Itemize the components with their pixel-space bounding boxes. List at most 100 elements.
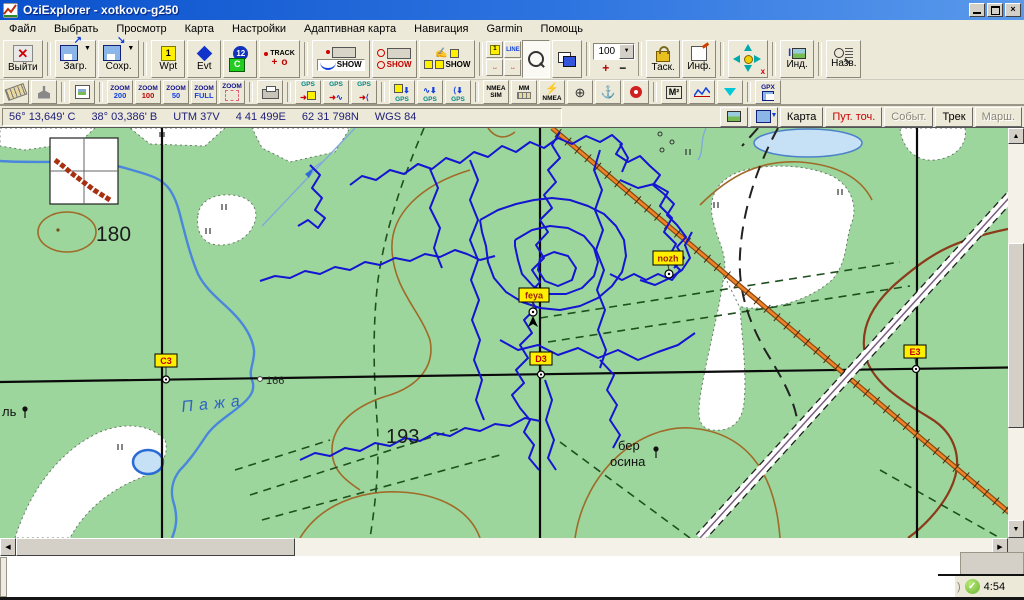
small-pond: [133, 450, 163, 474]
gps-send-route-button[interactable]: GPS➜⟨: [351, 80, 377, 104]
show-routes-button[interactable]: ✍ SHOW: [419, 40, 476, 78]
save-button[interactable]: ↘▼ Сохр.: [98, 40, 139, 78]
elevation-label-193: 193: [386, 426, 419, 448]
zoom-in-button[interactable]: +: [602, 61, 609, 75]
window-corner-block: [960, 552, 1024, 576]
events-tab-button[interactable]: Событ.: [884, 107, 933, 127]
waypoint-list-button[interactable]: 1: [486, 41, 503, 58]
map-window-button[interactable]: [552, 40, 582, 78]
load-button[interactable]: ↗▼ Загр.: [55, 40, 96, 78]
track-tab-button[interactable]: Трек: [935, 107, 972, 127]
zoom-level-combo[interactable]: 100 ▼: [593, 43, 635, 60]
gpx-button[interactable]: GPX: [755, 80, 781, 104]
map-background: [0, 128, 1008, 538]
scroll-down-button[interactable]: ▼: [1008, 520, 1024, 538]
index-button[interactable]: I Инд.: [780, 40, 814, 78]
menu-select[interactable]: Выбрать: [45, 22, 107, 36]
anchor-alarm-button[interactable]: ⚓: [595, 80, 621, 104]
filter-button[interactable]: [717, 80, 743, 104]
zoom-out-button[interactable]: −: [619, 61, 626, 75]
target-icon: ⊕: [575, 86, 586, 99]
secondary-toolbar: ZOOM200 ZOOM100 ZOOM50 ZOOMFULL ZOOM GPS…: [0, 80, 1024, 106]
gps-send-waypoints-button[interactable]: GPS➜: [295, 80, 321, 104]
horizontal-scroll-thumb[interactable]: [16, 538, 295, 556]
menu-file[interactable]: Файл: [0, 22, 45, 36]
waypoint-distance-button[interactable]: ↔: [486, 59, 503, 76]
gps-send-track-button[interactable]: GPS➜∿: [323, 80, 349, 104]
waypoint-square-icon: [394, 84, 403, 93]
image-button[interactable]: [69, 80, 95, 104]
print-button[interactable]: [257, 80, 283, 104]
track-dot-icon: [326, 50, 330, 54]
menu-garmin[interactable]: Garmin: [477, 22, 531, 36]
scroll-left-button[interactable]: ◀: [0, 538, 16, 556]
ruler-button[interactable]: [3, 80, 29, 104]
menu-map[interactable]: Карта: [176, 22, 223, 36]
vertical-scroll-thumb[interactable]: [1008, 243, 1024, 428]
tools-icon: [38, 86, 50, 99]
area-measure-button[interactable]: M²: [661, 80, 687, 104]
gps-get-track-button[interactable]: ∿⬇GPS: [417, 80, 443, 104]
zoom-50-button[interactable]: ZOOM50: [163, 80, 189, 104]
nmea-sim-button[interactable]: NMEASIM: [483, 80, 509, 104]
horizontal-scrollbar[interactable]: ◀ ▶: [0, 538, 1008, 556]
vertical-scrollbar[interactable]: ▲ ▼: [1008, 128, 1024, 538]
bottom-strip: ) ✓ 4:54: [0, 556, 1024, 600]
tools-button[interactable]: [31, 80, 57, 104]
comment-button[interactable]: 12C: [223, 40, 257, 78]
zoom-dropdown-icon[interactable]: ▼: [619, 44, 634, 59]
waypoint-button[interactable]: 1 Wpt: [151, 40, 185, 78]
menu-view[interactable]: Просмотр: [107, 22, 175, 36]
track-button[interactable]: TRACK +o: [259, 40, 300, 78]
magnifier-button[interactable]: [522, 40, 550, 78]
menu-help[interactable]: Помощь: [532, 22, 593, 36]
mm-scale-button[interactable]: MM: [511, 80, 537, 104]
track-squiggle-icon: ∿: [423, 86, 430, 95]
minimize-button[interactable]: [969, 3, 985, 17]
mob-button[interactable]: [623, 80, 649, 104]
waypoints-tab-button[interactable]: Пут. точ.: [825, 107, 882, 127]
menu-navigation[interactable]: Навигация: [405, 22, 477, 36]
gps-get-route-button[interactable]: ⟨⬇GPS: [445, 80, 471, 104]
map-tab-button[interactable]: Карта: [780, 107, 823, 127]
event-diamond-icon: [196, 45, 212, 61]
c-box-icon: C: [229, 58, 245, 72]
names-button[interactable]: Назв.: [826, 40, 861, 78]
zoom-full-button[interactable]: ZOOMFULL: [191, 80, 217, 104]
image-doc-icon: [75, 85, 90, 99]
separator: [287, 82, 291, 102]
ruler-distance-button[interactable]: ↔: [504, 59, 521, 76]
quick-save-button[interactable]: [750, 107, 778, 127]
exit-button[interactable]: ✕ Выйти: [3, 40, 43, 78]
show-waypoints-button[interactable]: SHOW: [372, 40, 417, 78]
position-target-button[interactable]: ⊕: [567, 80, 593, 104]
line-tool-button[interactable]: LINE: [504, 41, 521, 58]
overview-map[interactable]: [50, 138, 118, 204]
zoom-200-button[interactable]: ZOOM200: [107, 80, 133, 104]
info-button[interactable]: Инф.: [682, 40, 716, 78]
restore-button[interactable]: [987, 3, 1003, 17]
app-icon: [3, 3, 18, 18]
event-button[interactable]: Evt: [187, 40, 221, 78]
separator: [586, 42, 590, 76]
tray-status-icon[interactable]: ✓: [965, 579, 980, 594]
separator: [772, 42, 776, 76]
task-button[interactable]: Таск.: [646, 40, 680, 78]
scroll-up-button[interactable]: ▲: [1008, 128, 1024, 144]
separator: [638, 42, 642, 76]
map-viewport[interactable]: 180 193 166 Пажа бер осина ль feya no: [0, 128, 1008, 538]
close-button[interactable]: ×: [1005, 3, 1021, 17]
route-tab-button[interactable]: Марш.: [975, 107, 1022, 127]
map-canvas[interactable]: 180 193 166 Пажа бер осина ль feya no: [0, 128, 1008, 538]
map-image-button[interactable]: [720, 107, 748, 127]
profile-button[interactable]: [689, 80, 715, 104]
nmea-button[interactable]: ⚡NMEA: [539, 80, 565, 104]
zoom-selection-button[interactable]: ZOOM: [219, 80, 245, 104]
restore-icon: [991, 6, 1000, 15]
menu-adaptive-map[interactable]: Адаптивная карта: [295, 22, 405, 36]
zoom-100-button[interactable]: ZOOM100: [135, 80, 161, 104]
show-tracks-button[interactable]: SHOW: [312, 40, 370, 78]
menu-settings[interactable]: Настройки: [223, 22, 295, 36]
pan-button[interactable]: x: [728, 40, 768, 78]
gps-get-waypoints-button[interactable]: ⬇GPS: [389, 80, 415, 104]
